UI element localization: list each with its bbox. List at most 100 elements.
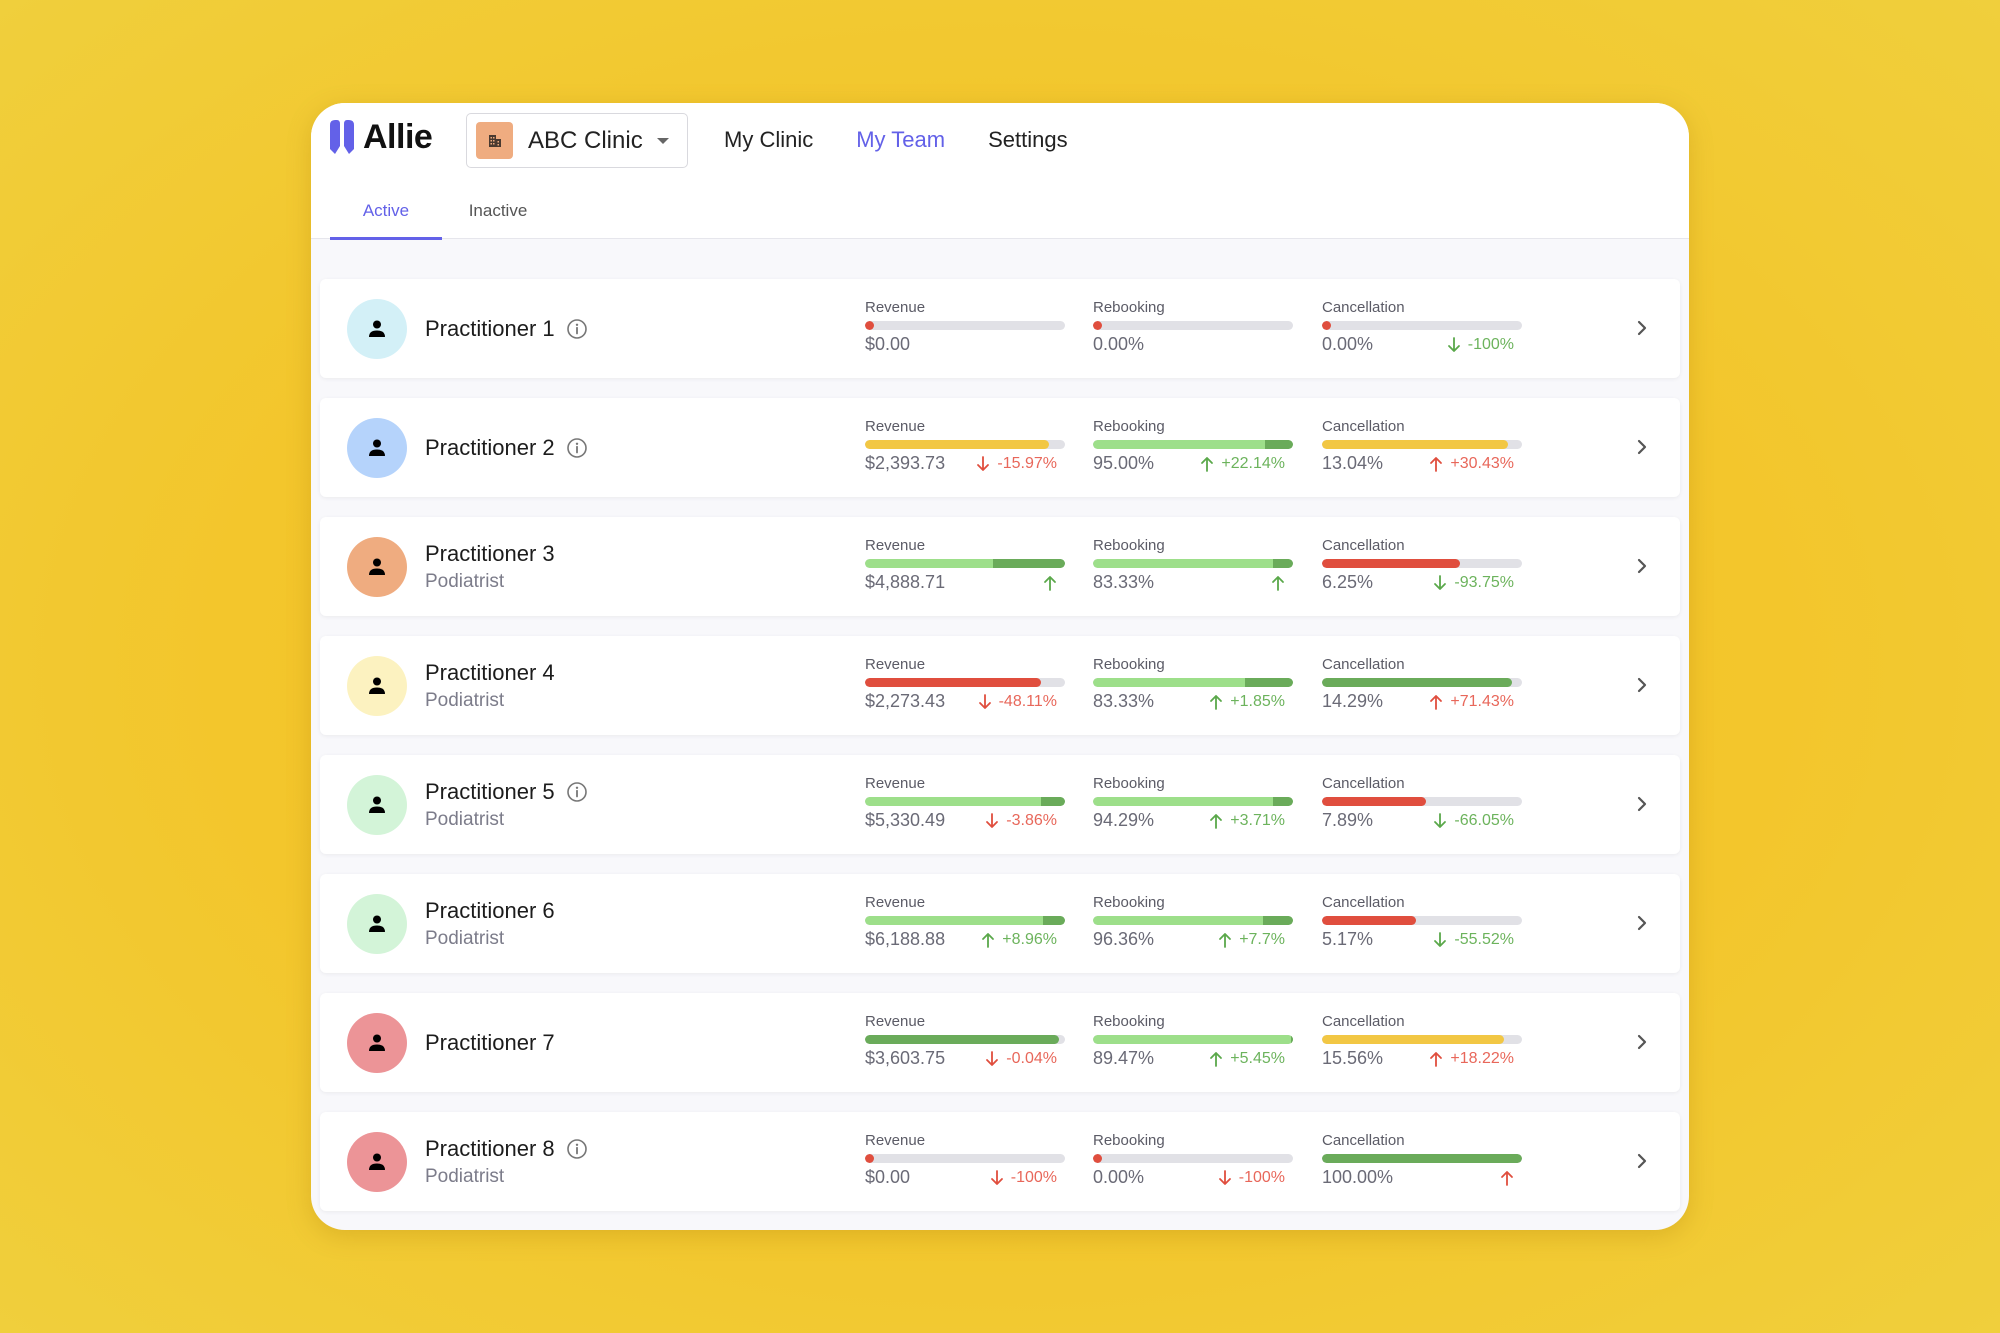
metric-value: $5,330.49 (865, 810, 946, 830)
progress-bar (1093, 1035, 1293, 1044)
metric-change: +18.22% (1429, 1050, 1514, 1068)
progress-fill (1322, 1035, 1504, 1044)
info-icon[interactable] (566, 318, 588, 340)
practitioner-row[interactable]: Practitioner 6 Podiatrist Revenue $6,188.… (320, 874, 1680, 973)
avatar (347, 656, 407, 716)
arrow-up-icon (1044, 575, 1056, 591)
metric-revenue: Revenue $4,888.71 (865, 537, 1065, 593)
progress-fill-segment (1043, 916, 1065, 925)
avatar (347, 537, 407, 597)
arrow-up-icon (1430, 694, 1443, 710)
arrow-down-icon (986, 812, 999, 828)
nav-my-clinic[interactable]: My Clinic (724, 127, 813, 153)
metric-values: 89.47% +5.45% (1093, 1048, 1293, 1069)
metric-values: 15.56% +18.22% (1322, 1048, 1522, 1069)
progress-bar (865, 916, 1065, 925)
metric-change: +1.85% (1209, 693, 1285, 711)
person-icon (369, 915, 385, 932)
metric-change-text: +3.71% (1230, 811, 1285, 829)
practitioner-row[interactable]: Practitioner 7 Revenue $3,603.75 -0.04% Reb… (320, 993, 1680, 1092)
arrow-down-icon (977, 455, 990, 471)
practitioner-name: Practitioner 4 (425, 659, 555, 685)
chevron-right-icon[interactable] (1630, 673, 1654, 697)
practitioner-row[interactable]: Practitioner 2 Revenue $2,393.73 -15.97% Re… (320, 398, 1680, 497)
progress-bar (865, 440, 1065, 449)
progress-bar (1093, 559, 1293, 568)
nav-my-team[interactable]: My Team (856, 127, 945, 153)
metric-value: 7.89% (1322, 810, 1374, 830)
metric-label: Cancellation (1322, 894, 1405, 911)
metric-cancellation: Cancellation 0.00% -100% (1322, 299, 1522, 355)
progress-bar (865, 559, 1065, 568)
metric-change-text: +30.43% (1450, 454, 1514, 472)
chevron-right-icon[interactable] (1630, 316, 1654, 340)
info-icon[interactable] (566, 437, 588, 459)
practitioner-row[interactable]: Practitioner 8 Podiatrist Revenue $0.00 -1… (320, 1112, 1680, 1211)
metric-change: -93.75% (1433, 574, 1514, 592)
progress-bar (1093, 797, 1293, 806)
metric-label: Revenue (865, 1013, 926, 1030)
person-icon (369, 1153, 385, 1170)
metric-label: Revenue (865, 894, 926, 911)
metric-value: $3,603.75 (865, 1048, 946, 1068)
metric-label: Rebooking (1093, 775, 1165, 792)
metric-value: $2,273.43 (865, 691, 946, 711)
nav-settings[interactable]: Settings (988, 127, 1068, 153)
metric-label: Revenue (865, 418, 926, 435)
progress-bar (1322, 678, 1522, 687)
practitioner-name: Practitioner 6 (425, 897, 555, 923)
chevron-right-icon[interactable] (1630, 1030, 1654, 1054)
logo[interactable]: Allie (329, 117, 433, 157)
chevron-right-icon[interactable] (1630, 792, 1654, 816)
chevron-right-icon[interactable] (1630, 1149, 1654, 1173)
metric-value: 0.00% (1093, 334, 1145, 354)
practitioner-row[interactable]: Practitioner 4 Podiatrist Revenue $2,273.… (320, 636, 1680, 735)
chevron-right-icon[interactable] (1630, 554, 1654, 578)
tab-inactive[interactable]: Inactive (442, 197, 554, 239)
metric-values: 0.00% -100% (1322, 334, 1522, 355)
chevron-right-icon[interactable] (1630, 911, 1654, 935)
metric-label: Cancellation (1322, 1013, 1405, 1030)
practitioner-row[interactable]: Practitioner 3 Podiatrist Revenue $4,888.… (320, 517, 1680, 616)
metric-values: 95.00% +22.14% (1093, 453, 1293, 474)
arrow-down-icon (990, 1169, 1003, 1185)
progress-bar (1322, 559, 1522, 568)
info-icon[interactable] (566, 1138, 588, 1160)
progress-fill (865, 678, 1041, 687)
clinic-selector[interactable]: ABC Clinic (466, 113, 688, 168)
caret-down-icon (656, 137, 669, 144)
metric-label: Rebooking (1093, 418, 1165, 435)
progress-fill (1093, 797, 1293, 806)
practitioner-row[interactable]: Practitioner 1 Revenue $0.00 Rebooking 0.00… (320, 279, 1680, 378)
progress-bar (1093, 440, 1293, 449)
metric-value: $0.00 (865, 334, 911, 354)
progress-bar (1093, 321, 1293, 330)
metric-label: Cancellation (1322, 418, 1405, 435)
progress-bar (1093, 1154, 1293, 1163)
metric-change: +30.43% (1429, 455, 1514, 473)
arrow-down-icon (1447, 336, 1460, 352)
progress-bar (1093, 916, 1293, 925)
practitioner-role: Podiatrist (425, 570, 505, 592)
practitioner-name: Practitioner 1 (425, 315, 555, 341)
metric-value: 6.25% (1322, 572, 1374, 592)
practitioner-identity: Practitioner 1 (425, 279, 588, 378)
tab-active[interactable]: Active (330, 197, 442, 240)
arrow-up-icon (1501, 1170, 1513, 1186)
metric-revenue: Revenue $0.00 (865, 299, 1065, 355)
arrow-up-icon (1430, 456, 1443, 472)
practitioner-identity: Practitioner 3 Podiatrist (425, 517, 555, 616)
info-icon[interactable] (566, 781, 588, 803)
progress-fill (865, 916, 1065, 925)
chevron-right-icon[interactable] (1630, 435, 1654, 459)
practitioner-row[interactable]: Practitioner 5 Podiatrist Revenue $5,330.… (320, 755, 1680, 854)
metric-change: -66.05% (1433, 812, 1514, 830)
metric-cancellation: Cancellation 100.00% (1322, 1132, 1522, 1188)
metric-label: Revenue (865, 537, 926, 554)
practitioner-role: Podiatrist (425, 689, 505, 711)
header: Allie ABC Clinic My Clinic My Team Setti… (311, 103, 1689, 240)
metric-values: 5.17% -55.52% (1322, 929, 1522, 950)
metric-change: +3.71% (1209, 812, 1285, 830)
practitioner-role: Podiatrist (425, 927, 505, 949)
metric-label: Cancellation (1322, 537, 1405, 554)
